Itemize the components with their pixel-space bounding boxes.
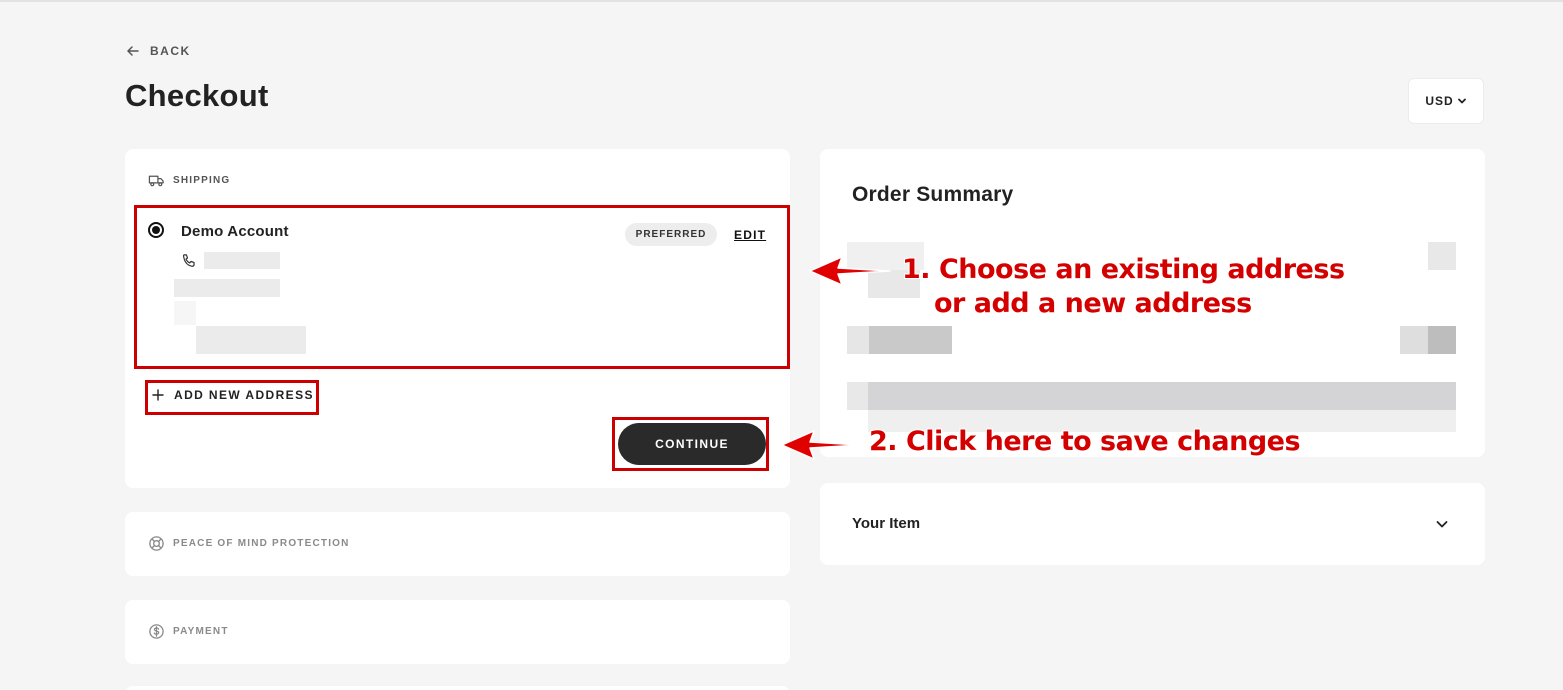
shipping-section-label: SHIPPING (173, 175, 231, 186)
peace-header: PEACE OF MIND PROTECTION (148, 535, 350, 552)
top-divider (0, 0, 1563, 2)
annotation-arrow-2 (781, 430, 861, 460)
back-link[interactable]: BACK (126, 44, 191, 58)
redacted-summary-value (1428, 242, 1456, 270)
annotation-step1-line2: or add a new address (934, 288, 1252, 319)
redacted-summary-value (1428, 326, 1456, 354)
redacted-summary-line (869, 326, 952, 354)
peace-section-label: PEACE OF MIND PROTECTION (173, 538, 350, 549)
highlight-continue (612, 417, 769, 471)
redacted-summary-line (847, 326, 869, 354)
highlight-add-address (145, 380, 319, 415)
chevron-down-icon (1457, 98, 1466, 104)
redacted-summary-total (868, 382, 1456, 410)
your-item-title: Your Item (852, 515, 921, 532)
annotation-step2: 2. Click here to save changes (869, 426, 1301, 457)
currency-select[interactable]: USD (1408, 78, 1484, 124)
page-title: Checkout (125, 78, 269, 113)
chevron-down-icon[interactable] (1434, 516, 1450, 532)
redacted-summary-value (1400, 326, 1428, 354)
truck-icon (148, 175, 164, 187)
next-section-card (125, 686, 790, 690)
redacted-summary-total (847, 382, 868, 410)
highlight-address-box (134, 205, 790, 369)
annotation-step1-line1: 1. Choose an existing address (902, 254, 1345, 285)
dollar-circle-icon (149, 624, 164, 639)
back-label: BACK (150, 44, 191, 58)
annotation-arrow-1 (809, 256, 891, 286)
payment-header: PAYMENT (148, 623, 229, 640)
arrow-left-icon (127, 46, 139, 56)
peace-of-mind-card[interactable]: PEACE OF MIND PROTECTION (125, 512, 790, 576)
lifebuoy-icon (149, 536, 164, 551)
payment-card[interactable]: PAYMENT (125, 600, 790, 664)
payment-section-label: PAYMENT (173, 626, 229, 637)
currency-value: USD (1425, 94, 1454, 108)
shipping-header: SHIPPING (148, 172, 230, 189)
order-summary-title: Order Summary (852, 183, 1014, 206)
